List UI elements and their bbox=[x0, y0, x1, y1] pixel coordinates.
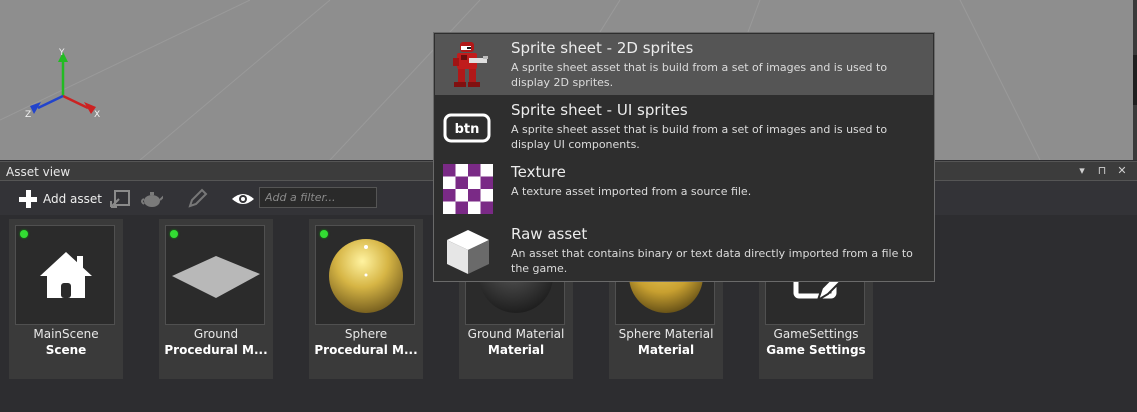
edit-pencil-icon[interactable] bbox=[185, 188, 209, 210]
asset-name: Ground Material bbox=[467, 327, 565, 341]
btn-icon: btn bbox=[443, 113, 491, 143]
status-indicator bbox=[320, 230, 328, 238]
menu-item-title: Sprite sheet - UI sprites bbox=[511, 101, 688, 119]
asset-type: Scene bbox=[45, 343, 87, 357]
asset-name: Ground bbox=[193, 327, 239, 341]
asset-type: Material bbox=[487, 343, 545, 357]
plane-thumbnail bbox=[172, 256, 260, 298]
asset-type: Material bbox=[637, 343, 695, 357]
menu-item-sprite-sheet-ui[interactable]: btn Sprite sheet - UI sprites A sprite s… bbox=[435, 96, 933, 157]
asset-thumbnail bbox=[165, 225, 265, 325]
gold-sphere-thumbnail bbox=[329, 239, 403, 313]
menu-item-texture[interactable]: Texture A texture asset imported from a … bbox=[435, 158, 933, 219]
asset-thumbnail bbox=[15, 225, 115, 325]
gizmo-x-label: X bbox=[94, 110, 100, 120]
menu-item-raw-asset[interactable]: Raw asset An asset that contains binary … bbox=[435, 220, 933, 281]
asset-tile[interactable]: Sphere Procedural M... bbox=[309, 219, 423, 379]
add-asset-label: Add asset bbox=[43, 192, 102, 206]
menu-item-title: Sprite sheet - 2D sprites bbox=[511, 39, 694, 57]
menu-item-title: Texture bbox=[511, 163, 566, 181]
asset-type: Procedural M... bbox=[164, 343, 268, 357]
asset-tile[interactable]: Ground Procedural M... bbox=[159, 219, 273, 379]
viewport-scrollbar-thumb[interactable] bbox=[1133, 55, 1137, 105]
gizmo-z-label: Z bbox=[25, 110, 31, 120]
asset-name: MainScene bbox=[33, 327, 99, 341]
cube-icon bbox=[447, 230, 489, 274]
status-indicator bbox=[20, 230, 28, 238]
house-icon bbox=[40, 252, 92, 298]
menu-item-sprite-sheet-2d[interactable]: Sprite sheet - 2D sprites A sprite sheet… bbox=[435, 34, 933, 95]
menu-item-description: A texture asset imported from a source f… bbox=[511, 185, 752, 198]
eye-icon[interactable] bbox=[230, 188, 254, 210]
asset-tile[interactable]: MainScene Scene bbox=[9, 219, 123, 379]
add-asset-menu: Sprite sheet - 2D sprites A sprite sheet… bbox=[433, 32, 935, 282]
import-icon[interactable] bbox=[108, 188, 132, 210]
menu-item-description: An asset that contains binary or text da… bbox=[511, 247, 913, 275]
asset-thumbnail bbox=[315, 225, 415, 325]
pin-icon[interactable]: ⊓ bbox=[1095, 164, 1109, 177]
asset-name: Sphere Material bbox=[618, 327, 714, 341]
gizmo-y-label: Y bbox=[58, 48, 65, 58]
asset-type: Procedural M... bbox=[314, 343, 418, 357]
close-icon[interactable]: ✕ bbox=[1115, 164, 1129, 177]
axis-gizmo[interactable]: Y Z X bbox=[20, 45, 110, 125]
panel-menu-icon[interactable]: ▾ bbox=[1075, 164, 1089, 177]
asset-name: GameSettings bbox=[773, 327, 859, 341]
asset-type: Game Settings bbox=[766, 343, 866, 357]
status-indicator bbox=[170, 230, 178, 238]
menu-item-description: A sprite sheet asset that is build from … bbox=[511, 123, 888, 151]
add-asset-button[interactable]: Add asset bbox=[18, 189, 102, 209]
btn-icon-label: btn bbox=[455, 122, 480, 137]
asset-name: Sphere bbox=[344, 327, 388, 341]
teapot-icon[interactable] bbox=[139, 188, 163, 210]
robot-sprite-icon bbox=[453, 42, 488, 87]
asset-view-title: Asset view bbox=[6, 165, 71, 179]
filter-input[interactable] bbox=[259, 187, 377, 208]
menu-item-title: Raw asset bbox=[511, 225, 588, 243]
menu-item-description: A sprite sheet asset that is build from … bbox=[511, 61, 888, 89]
checker-texture-icon bbox=[443, 164, 493, 214]
plus-icon bbox=[19, 190, 37, 208]
